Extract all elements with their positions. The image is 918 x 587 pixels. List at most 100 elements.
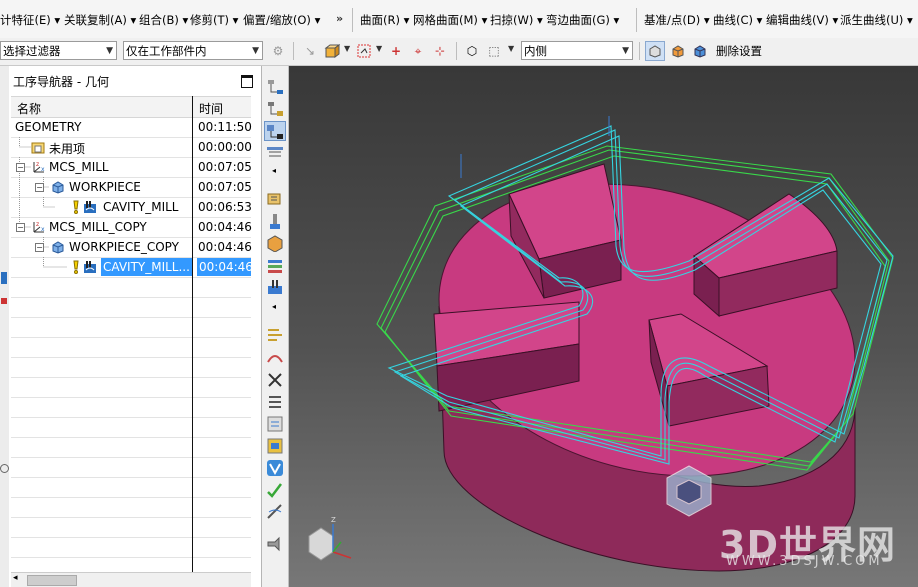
create-program-icon[interactable] bbox=[265, 190, 285, 208]
mcs-axis-icon: zx bbox=[33, 161, 45, 173]
menu-mesh-surface[interactable]: 网格曲面(M) ▾ bbox=[413, 12, 487, 28]
history-icon[interactable] bbox=[0, 464, 9, 473]
machine-tool-view-icon[interactable] bbox=[265, 100, 285, 118]
type-filter-dropdown[interactable]: 选择过滤器 ▼ bbox=[0, 41, 117, 60]
tree-row-workpiece[interactable]: − WORKPIECE 00:07:05 bbox=[11, 177, 252, 198]
shop-doc-icon[interactable] bbox=[265, 436, 285, 454]
menu-trim[interactable]: 修剪(T) ▾ bbox=[190, 12, 238, 28]
selection-bar: 选择过滤器 ▼ 仅在工作部件内 ▼ ⚙ ↘ ▼ ▼ + ⌖ ⊹ ⬡ ⬚ ▼ 内侧 ▼ … bbox=[0, 38, 918, 66]
menu-offset-scale[interactable]: 偏置/缩放(O) ▾ bbox=[243, 12, 320, 28]
tree-row-cavity-mill[interactable]: CAVITY_MILL 00:06:53 bbox=[11, 197, 252, 218]
generate-toolpath-icon[interactable] bbox=[265, 326, 285, 344]
tree-time: 00:11:50 bbox=[198, 120, 252, 134]
menu-combine[interactable]: 组合(B) ▾ bbox=[139, 12, 188, 28]
menu-derived-curve[interactable]: 派生曲线(U) ▾ bbox=[840, 12, 913, 28]
scroll-left-icon[interactable]: ◂ bbox=[13, 573, 18, 583]
create-method-icon[interactable] bbox=[265, 256, 285, 274]
menu-design-feature[interactable]: 计特征(E) ▾ bbox=[0, 12, 60, 28]
collapse-toggle-icon[interactable]: − bbox=[16, 163, 25, 172]
face-rule-dropdown[interactable]: 内侧 ▼ bbox=[521, 41, 633, 60]
tree-row-workpiece-copy[interactable]: − WORKPIECE_COPY 00:04:46 bbox=[11, 237, 252, 258]
create-geometry-icon[interactable] bbox=[265, 234, 285, 252]
tool-path-edit-icon[interactable] bbox=[265, 502, 285, 520]
tree-row-unused[interactable]: 未用项 00:00:00 bbox=[11, 137, 252, 158]
lasso-select-icon[interactable]: ⬚ bbox=[484, 41, 504, 61]
horizontal-scrollbar[interactable]: ◂ bbox=[11, 572, 251, 587]
midpoint-snap-icon[interactable]: ⌖ bbox=[408, 41, 428, 61]
svg-text:x: x bbox=[41, 166, 45, 173]
delete-body-icon[interactable] bbox=[645, 41, 665, 61]
collapse-toggle-icon[interactable]: − bbox=[35, 243, 44, 252]
menu-associative-copy[interactable]: 关联复制(A) ▾ bbox=[64, 12, 136, 28]
column-header-name[interactable]: 名称 bbox=[17, 100, 41, 117]
chevron-left-icon[interactable]: ◂ bbox=[272, 302, 276, 311]
hexagon-icon[interactable]: ⬡ bbox=[462, 41, 482, 61]
chevron-left-icon[interactable]: ◂ bbox=[272, 166, 276, 175]
create-operation-icon[interactable] bbox=[265, 278, 285, 296]
replay-toolpath-icon[interactable] bbox=[265, 348, 285, 366]
resource-tab-icon[interactable] bbox=[1, 272, 7, 284]
delete-settings-button[interactable]: 删除设置 bbox=[716, 43, 762, 59]
operation-navigator: 工序导航器 - 几何 名称 时间 GEOMETRY 00:11:50 未用项 0… bbox=[9, 66, 262, 587]
orange-cube-icon[interactable] bbox=[668, 41, 688, 61]
verify-toolpath-icon[interactable] bbox=[265, 370, 285, 388]
cube-select-icon[interactable] bbox=[322, 41, 342, 61]
view-triad-icon[interactable] bbox=[308, 524, 352, 561]
tree-time: 00:06:53 bbox=[198, 200, 252, 214]
collapse-toggle-icon[interactable]: − bbox=[16, 223, 25, 232]
list-toolpath-icon[interactable] bbox=[265, 392, 285, 410]
tree-time: 00:04:46 bbox=[198, 240, 252, 254]
selection-scope-dropdown[interactable]: 仅在工作部件内 ▼ bbox=[123, 41, 263, 60]
vertical-toolbar: ◂ ◂ bbox=[262, 66, 289, 587]
menu-flange-surface[interactable]: 弯边曲面(G) ▾ bbox=[546, 12, 619, 28]
svg-text:z: z bbox=[36, 161, 39, 168]
watermark-url: WWW.3DSJW.COM bbox=[726, 554, 883, 569]
tree-row-geometry[interactable]: GEOMETRY 00:11:50 bbox=[11, 117, 252, 138]
part-model-drawing: Z bbox=[308, 116, 894, 572]
menu-edit-curve[interactable]: 编辑曲线(V) ▾ bbox=[766, 12, 838, 28]
tree-row-cavity-mill-copy[interactable]: CAVITY_MILL... 00:04:46 bbox=[11, 257, 253, 278]
bbox-select-icon[interactable] bbox=[354, 41, 374, 61]
empty-row bbox=[11, 497, 251, 518]
column-header-time[interactable]: 时间 bbox=[199, 100, 223, 117]
menu-sweep[interactable]: 扫掠(W) ▾ bbox=[490, 12, 543, 28]
column-divider[interactable] bbox=[192, 96, 193, 574]
resource-tab-icon[interactable] bbox=[1, 298, 7, 304]
feeds-speeds-icon[interactable] bbox=[265, 480, 285, 498]
menubar-overflow-icon[interactable]: » bbox=[336, 12, 343, 25]
empty-row bbox=[11, 277, 251, 298]
create-tool-icon[interactable] bbox=[265, 212, 285, 230]
endpoint-snap-icon[interactable]: + bbox=[386, 41, 406, 61]
chevron-down-icon: ▼ bbox=[252, 46, 259, 56]
output-icon[interactable] bbox=[265, 534, 285, 552]
menu-datum-point[interactable]: 基准/点(D) ▾ bbox=[644, 12, 710, 28]
empty-row bbox=[11, 457, 251, 478]
tree-time: 00:07:05 bbox=[198, 160, 252, 174]
validate-icon[interactable] bbox=[265, 458, 285, 476]
chevron-down-icon[interactable]: ▼ bbox=[344, 44, 350, 53]
scroll-thumb[interactable] bbox=[27, 575, 77, 586]
menu-curve[interactable]: 曲线(C) ▾ bbox=[713, 12, 762, 28]
chevron-down-icon[interactable]: ▼ bbox=[376, 44, 382, 53]
collapse-toggle-icon[interactable]: − bbox=[35, 183, 44, 192]
blue-cube-icon[interactable] bbox=[690, 41, 710, 61]
tree-row-mcs-mill[interactable]: − zx MCS_MILL 00:07:05 bbox=[11, 157, 252, 178]
navigator-title: 工序导航器 - 几何 bbox=[13, 75, 109, 89]
tree-row-mcs-mill-copy[interactable]: − zx MCS_MILL_COPY 00:04:46 bbox=[11, 217, 252, 238]
graphics-viewport[interactable]: Z 3D世界网 WWW.3DSJW.COM bbox=[289, 66, 918, 587]
menu-bar: 计特征(E) ▾ 关联复制(A) ▾ 组合(B) ▾ 修剪(T) ▾ 偏置/缩放… bbox=[0, 0, 918, 39]
general-selection-icon[interactable]: ⚙ bbox=[268, 41, 288, 61]
control-point-icon[interactable]: ⊹ bbox=[430, 41, 450, 61]
empty-row bbox=[11, 297, 251, 318]
menu-surface[interactable]: 曲面(R) ▾ bbox=[360, 12, 409, 28]
program-order-view-icon[interactable] bbox=[265, 78, 285, 96]
maximize-icon[interactable] bbox=[241, 75, 253, 88]
snap-point-icon[interactable]: ↘ bbox=[300, 41, 320, 61]
workpiece-icon bbox=[52, 241, 64, 254]
method-view-icon[interactable] bbox=[265, 144, 285, 162]
warning-status-icon bbox=[73, 260, 79, 274]
postprocess-icon[interactable] bbox=[265, 414, 285, 432]
chevron-down-icon[interactable]: ▼ bbox=[508, 44, 514, 53]
svg-text:x: x bbox=[41, 226, 45, 233]
geometry-view-icon[interactable] bbox=[264, 121, 286, 141]
